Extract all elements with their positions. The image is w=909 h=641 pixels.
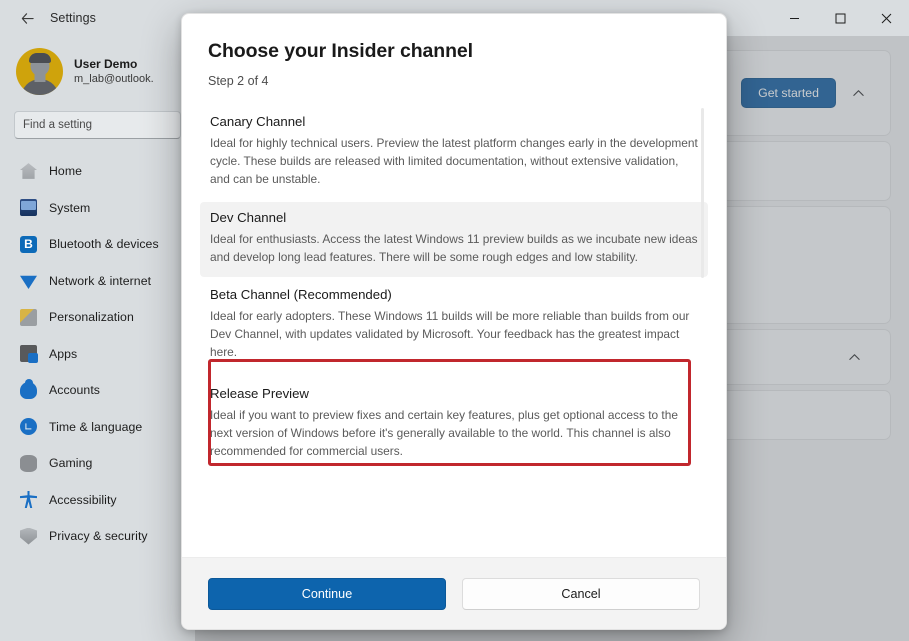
continue-button[interactable]: Continue	[208, 578, 446, 610]
app-title: Settings	[50, 11, 96, 25]
personalization-icon	[20, 309, 37, 326]
bluetooth-icon	[20, 236, 37, 253]
window-controls	[771, 0, 909, 36]
accounts-icon	[20, 382, 37, 399]
dialog-header: Choose your Insider channel Step 2 of 4	[182, 14, 726, 88]
sidebar-item-label: Accessibility	[49, 493, 117, 507]
accessibility-icon	[20, 491, 37, 508]
sidebar-item-bluetooth-devices[interactable]: Bluetooth & devices	[10, 228, 185, 261]
sidebar-item-label: Personalization	[49, 310, 134, 324]
channel-name: Release Preview	[210, 386, 698, 401]
sidebar-item-label: Network & internet	[49, 274, 151, 288]
privacy-icon	[20, 528, 37, 545]
user-profile[interactable]: User Demo m_lab@outlook.	[6, 36, 189, 107]
gaming-icon	[20, 455, 37, 472]
dialog-scrollbar[interactable]	[701, 108, 704, 278]
channel-description: Ideal if you want to preview fixes and c…	[210, 406, 698, 461]
sidebar: User Demo m_lab@outlook. Home System	[0, 36, 195, 641]
minimize-button[interactable]	[771, 0, 817, 36]
search-input[interactable]	[23, 119, 172, 131]
system-icon	[20, 199, 37, 216]
back-arrow-icon	[20, 11, 35, 26]
dialog-body: Canary Channel Ideal for highly technica…	[182, 88, 726, 557]
sidebar-item-accessibility[interactable]: Accessibility	[10, 483, 185, 516]
channel-description: Ideal for early adopters. These Windows …	[210, 307, 698, 362]
sidebar-item-label: Privacy & security	[49, 529, 148, 543]
channel-description: Ideal for highly technical users. Previe…	[210, 134, 698, 189]
close-icon	[881, 13, 892, 24]
sidebar-item-network-internet[interactable]: Network & internet	[10, 264, 185, 297]
network-icon	[20, 272, 37, 289]
sidebar-item-label: Home	[49, 164, 82, 178]
channel-option-dev[interactable]: Dev Channel Ideal for enthusiasts. Acces…	[200, 202, 708, 277]
channel-name: Beta Channel (Recommended)	[210, 287, 698, 302]
sidebar-item-home[interactable]: Home	[10, 155, 185, 188]
apps-icon	[20, 345, 37, 362]
sidebar-item-system[interactable]: System	[10, 191, 185, 224]
time-icon	[20, 418, 37, 435]
search-box[interactable]	[14, 111, 181, 139]
sidebar-item-label: System	[49, 201, 90, 215]
home-icon	[20, 163, 37, 180]
sidebar-item-label: Time & language	[49, 420, 142, 434]
channel-list: Canary Channel Ideal for highly technica…	[200, 106, 708, 557]
insider-channel-dialog: Choose your Insider channel Step 2 of 4 …	[181, 13, 727, 630]
sidebar-nav: Home System Bluetooth & devices Network …	[6, 149, 189, 641]
sidebar-item-label: Apps	[49, 347, 77, 361]
back-button[interactable]	[10, 4, 44, 32]
cancel-button[interactable]: Cancel	[462, 578, 700, 610]
sidebar-item-gaming[interactable]: Gaming	[10, 447, 185, 480]
sidebar-item-apps[interactable]: Apps	[10, 337, 185, 370]
profile-name: User Demo	[74, 56, 154, 72]
minimize-icon	[789, 13, 800, 24]
channel-name: Canary Channel	[210, 114, 698, 129]
maximize-icon	[835, 13, 846, 24]
close-button[interactable]	[863, 0, 909, 36]
profile-email: m_lab@outlook.	[74, 72, 154, 87]
sidebar-item-time-language[interactable]: Time & language	[10, 410, 185, 443]
channel-option-canary[interactable]: Canary Channel Ideal for highly technica…	[200, 106, 708, 200]
sidebar-item-label: Accounts	[49, 383, 100, 397]
channel-option-release-preview[interactable]: Release Preview Ideal if you want to pre…	[200, 378, 708, 472]
dialog-title: Choose your Insider channel	[208, 40, 700, 63]
sidebar-item-label: Gaming	[49, 456, 92, 470]
maximize-button[interactable]	[817, 0, 863, 36]
channel-description: Ideal for enthusiasts. Access the latest…	[210, 230, 698, 266]
dialog-step-indicator: Step 2 of 4	[208, 74, 700, 88]
channel-name: Dev Channel	[210, 210, 698, 225]
dialog-footer: Continue Cancel	[182, 557, 726, 629]
sidebar-item-label: Bluetooth & devices	[49, 237, 159, 251]
sidebar-item-accounts[interactable]: Accounts	[10, 374, 185, 407]
sidebar-item-personalization[interactable]: Personalization	[10, 301, 185, 334]
channel-option-beta[interactable]: Beta Channel (Recommended) Ideal for ear…	[200, 279, 708, 373]
sidebar-item-privacy-security[interactable]: Privacy & security	[10, 520, 185, 553]
avatar	[16, 48, 63, 95]
